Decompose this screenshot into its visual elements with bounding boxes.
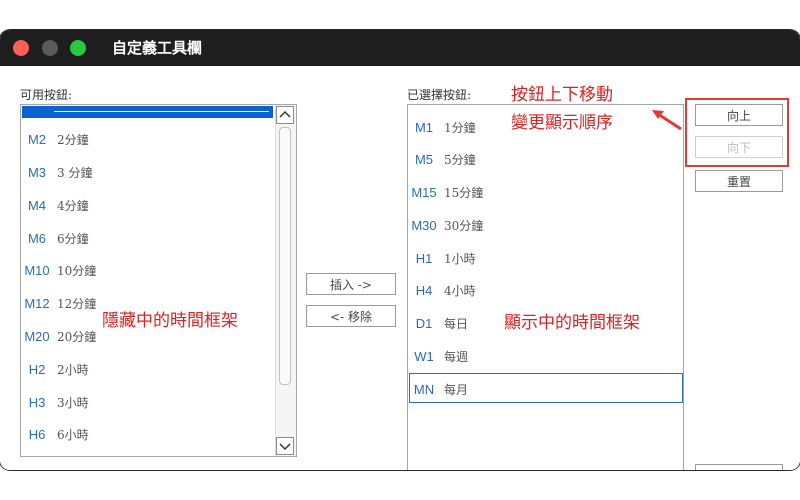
move-annotation-line1: 按鈕上下移動 bbox=[511, 85, 613, 105]
scrollbar-thumb[interactable] bbox=[279, 127, 291, 385]
selected-buttons-label: 已選擇按鈕: bbox=[407, 88, 472, 102]
list-item[interactable]: H3 3小時 bbox=[21, 386, 89, 418]
chevron-down-icon bbox=[279, 443, 291, 451]
move-annotation-line2: 變更顯示順序 bbox=[511, 113, 613, 133]
list-item[interactable]: M20 20分鐘 bbox=[21, 320, 96, 352]
list-item[interactable]: M10 10分鐘 bbox=[21, 254, 96, 286]
move-buttons-highlight bbox=[685, 98, 789, 167]
list-item[interactable]: M30 30分鐘 bbox=[408, 209, 483, 241]
insert-button[interactable]: 插入 -> bbox=[306, 273, 396, 295]
list-item[interactable]: M15 15分鐘 bbox=[408, 176, 483, 208]
arrow-pointer-icon bbox=[652, 110, 682, 131]
selected-buttons-list[interactable]: M1 1分鐘 M5 5分鐘 M15 15分鐘 M30 30分鐘 H1 1小時 H… bbox=[407, 104, 684, 470]
list-item[interactable]: M2 2分鐘 bbox=[21, 123, 89, 155]
available-buttons-list[interactable]: M2 2分鐘 M3 3 分鐘 M4 4分鐘 M6 6分鐘 M10 10分鐘 M1… bbox=[20, 104, 297, 457]
zoom-window-button[interactable] bbox=[70, 40, 86, 56]
available-buttons-label: 可用按鈕: bbox=[20, 88, 73, 102]
remove-button[interactable]: <- 移除 bbox=[306, 305, 396, 327]
selected-blank-row[interactable] bbox=[22, 106, 273, 118]
minimize-window-button[interactable] bbox=[42, 40, 58, 56]
list-item[interactable]: M4 4分鐘 bbox=[21, 189, 89, 221]
list-item[interactable]: D1 每日 bbox=[408, 307, 468, 339]
close-window-button[interactable] bbox=[13, 40, 29, 56]
list-item[interactable]: M5 5分鐘 bbox=[408, 143, 476, 175]
chevron-up-icon bbox=[279, 110, 291, 118]
selection-outline bbox=[409, 373, 683, 403]
list-item[interactable]: H2 2小時 bbox=[21, 353, 89, 385]
customize-toolbar-window: 自定義工具欄 可用按鈕: M2 2分鐘 M3 3 分鐘 M4 4分鐘 M6 6分… bbox=[0, 30, 800, 470]
shown-timeframes-annotation: 顯示中的時間框架 bbox=[504, 313, 640, 333]
close-button[interactable]: 關閉 bbox=[695, 464, 783, 470]
hidden-timeframes-annotation: 隱藏中的時間框架 bbox=[102, 311, 238, 331]
list-item[interactable]: H6 6小時 bbox=[21, 418, 89, 450]
list-item-selected[interactable]: MN 每月 bbox=[408, 373, 683, 405]
window-title: 自定義工具欄 bbox=[112, 39, 203, 57]
list-item[interactable]: H1 1小時 bbox=[408, 242, 476, 274]
scroll-down-button[interactable] bbox=[276, 437, 294, 455]
list-item[interactable]: M1 1分鐘 bbox=[408, 111, 476, 143]
list-item[interactable]: H4 4小時 bbox=[408, 274, 476, 306]
list-item[interactable]: M12 12分鐘 bbox=[21, 287, 96, 319]
scroll-up-button[interactable] bbox=[276, 106, 294, 124]
list-item[interactable]: W1 每週 bbox=[408, 340, 468, 372]
title-bar: 自定義工具欄 bbox=[0, 30, 800, 66]
list-item[interactable]: M6 6分鐘 bbox=[21, 222, 89, 254]
reset-button[interactable]: 重置 bbox=[695, 170, 783, 192]
list-item[interactable]: M3 3 分鐘 bbox=[21, 156, 92, 188]
